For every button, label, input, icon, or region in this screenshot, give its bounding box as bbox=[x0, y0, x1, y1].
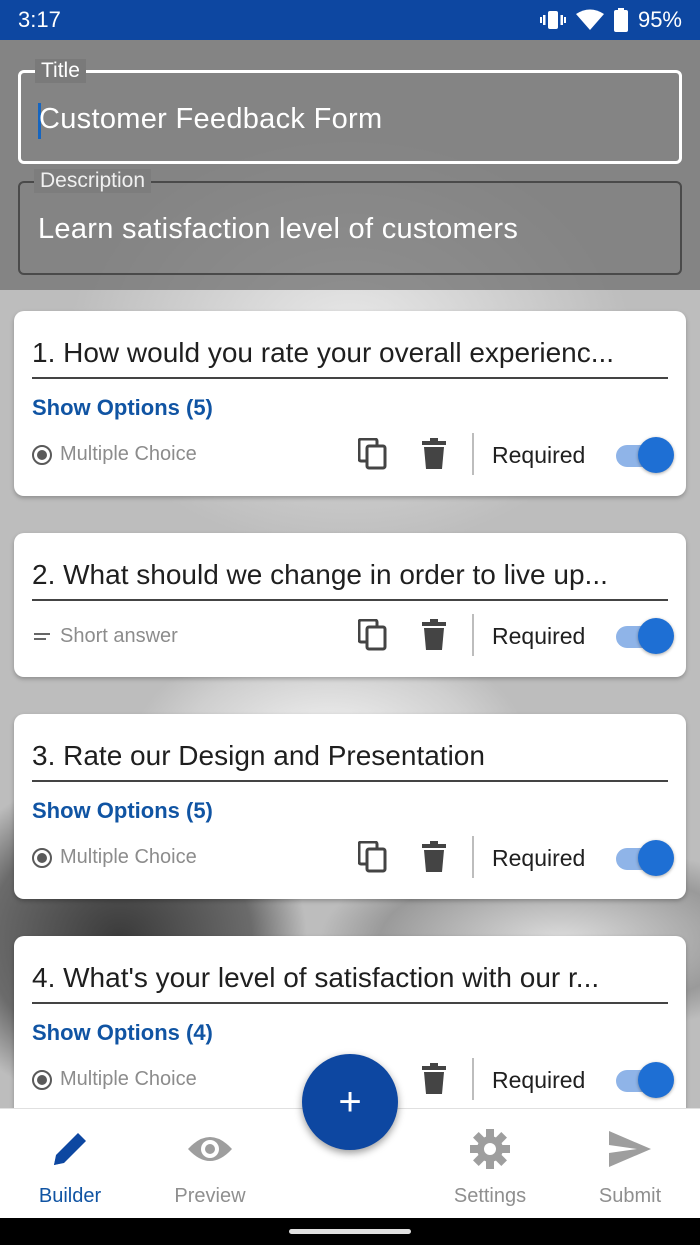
required-toggle[interactable] bbox=[616, 617, 674, 655]
required-toggle[interactable] bbox=[616, 436, 674, 474]
trash-icon[interactable] bbox=[419, 438, 449, 470]
question-type-label: Multiple Choice bbox=[60, 846, 197, 868]
required-toggle[interactable] bbox=[616, 1061, 674, 1099]
title-field[interactable]: Title Customer Feedback Form bbox=[18, 59, 682, 164]
required-label: Required bbox=[492, 623, 586, 649]
question-text[interactable]: 3. Rate our Design and Presentation bbox=[32, 740, 668, 782]
pencil-icon bbox=[46, 1125, 94, 1173]
trash-icon[interactable] bbox=[419, 619, 449, 651]
required-toggle[interactable] bbox=[616, 839, 674, 877]
nav-label-settings: Settings bbox=[453, 1185, 527, 1207]
question-type-label: Multiple Choice bbox=[60, 1068, 197, 1090]
send-icon bbox=[606, 1125, 654, 1173]
title-input[interactable]: Customer Feedback Form bbox=[39, 103, 382, 136]
home-gesture-handle[interactable] bbox=[289, 1229, 411, 1234]
wifi-icon bbox=[575, 9, 604, 30]
nav-settings[interactable]: Settings bbox=[420, 1109, 560, 1219]
nav-submit[interactable]: Submit bbox=[560, 1109, 700, 1219]
radio-button-icon bbox=[32, 847, 52, 868]
question-type: Multiple Choice bbox=[32, 1068, 197, 1091]
description-label: Description bbox=[34, 169, 152, 193]
show-options-link[interactable]: Show Options (5) bbox=[32, 798, 213, 824]
question-type: Short answer bbox=[32, 625, 178, 648]
plus-icon: + bbox=[338, 1079, 362, 1124]
question-type: Multiple Choice bbox=[32, 443, 197, 466]
show-options-link[interactable]: Show Options (4) bbox=[32, 1020, 213, 1046]
radio-button-icon bbox=[32, 444, 52, 465]
nav-label-preview: Preview bbox=[174, 1185, 246, 1207]
description-field[interactable]: Description Learn satisfaction level of … bbox=[18, 169, 682, 275]
nav-builder[interactable]: Builder bbox=[0, 1109, 140, 1219]
nav-label-submit: Submit bbox=[598, 1185, 662, 1207]
question-card[interactable]: 2. What should we change in order to liv… bbox=[14, 533, 686, 677]
required-label: Required bbox=[492, 1067, 586, 1093]
status-bar: 3:17 95% bbox=[0, 0, 700, 40]
question-text[interactable]: 2. What should we change in order to liv… bbox=[32, 559, 668, 601]
nav-preview[interactable]: Preview bbox=[140, 1109, 280, 1219]
eye-icon bbox=[186, 1125, 234, 1173]
status-icons: 95% bbox=[539, 7, 682, 33]
question-text[interactable]: 1. How would you rate your overall exper… bbox=[32, 337, 668, 379]
title-label: Title bbox=[35, 59, 86, 83]
required-label: Required bbox=[492, 845, 586, 871]
trash-icon[interactable] bbox=[419, 1063, 449, 1095]
divider bbox=[472, 614, 474, 656]
divider bbox=[472, 1058, 474, 1100]
add-question-button[interactable]: + bbox=[302, 1054, 398, 1150]
battery-level: 95% bbox=[637, 7, 682, 32]
toggle-knob bbox=[638, 437, 674, 473]
toggle-knob bbox=[638, 840, 674, 876]
question-card[interactable]: 1. How would you rate your overall exper… bbox=[14, 311, 686, 496]
short-answer-icon bbox=[32, 631, 52, 643]
question-card[interactable]: 3. Rate our Design and Presentation Show… bbox=[14, 714, 686, 899]
divider bbox=[472, 433, 474, 475]
required-label: Required bbox=[492, 442, 586, 468]
copy-icon[interactable] bbox=[358, 438, 388, 470]
nav-label-builder: Builder bbox=[38, 1185, 102, 1207]
description-input[interactable]: Learn satisfaction level of customers bbox=[38, 213, 518, 246]
question-type-label: Short answer bbox=[60, 625, 178, 647]
divider bbox=[472, 836, 474, 878]
question-type-label: Multiple Choice bbox=[60, 443, 197, 465]
system-navigation-bar bbox=[0, 1218, 700, 1245]
question-text[interactable]: 4. What's your level of satisfaction wit… bbox=[32, 962, 668, 1004]
show-options-link[interactable]: Show Options (5) bbox=[32, 395, 213, 421]
toggle-knob bbox=[638, 618, 674, 654]
copy-icon[interactable] bbox=[358, 619, 388, 651]
trash-icon[interactable] bbox=[419, 841, 449, 873]
gear-icon bbox=[466, 1125, 514, 1173]
radio-button-icon bbox=[32, 1069, 52, 1090]
toggle-knob bbox=[638, 1062, 674, 1098]
status-time: 3:17 bbox=[18, 7, 61, 32]
copy-icon[interactable] bbox=[358, 841, 388, 873]
vibrate-icon bbox=[539, 11, 566, 29]
battery-icon bbox=[613, 8, 628, 32]
question-type: Multiple Choice bbox=[32, 846, 197, 869]
